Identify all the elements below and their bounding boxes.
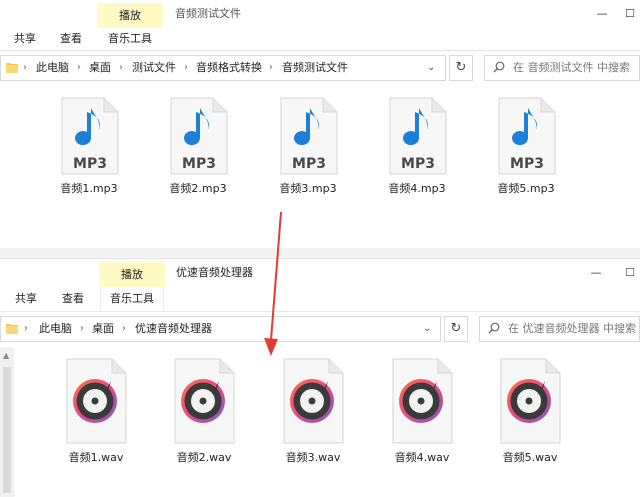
tab-music-tools[interactable]: 音乐工具 bbox=[108, 28, 152, 50]
file-item[interactable]: MP3 音频5.mp3 bbox=[478, 96, 574, 196]
search-input[interactable]: 在 优速音频处理器 中搜索 bbox=[508, 317, 639, 341]
mp3-label: MP3 bbox=[182, 156, 216, 172]
refresh-button[interactable]: ↻ bbox=[444, 316, 468, 342]
search-box[interactable]: 在 音频测试文件 中搜索 bbox=[484, 55, 640, 81]
ribbon-divider bbox=[0, 50, 640, 51]
scroll-up-arrow-icon[interactable]: ▲ bbox=[3, 351, 9, 360]
file-item[interactable]: MP3 音频4.mp3 bbox=[369, 96, 465, 196]
chevron-down-icon[interactable]: ⌄ bbox=[427, 56, 435, 80]
ribbon-tab-play[interactable]: 播放 bbox=[97, 3, 163, 28]
file-name: 音频3.wav bbox=[285, 451, 341, 464]
tab-view[interactable]: 查看 bbox=[60, 28, 82, 50]
mp3-file-icon: MP3 bbox=[170, 97, 228, 175]
file-item[interactable]: 音频4.wav bbox=[374, 357, 470, 465]
folder-icon bbox=[6, 324, 18, 334]
chevron-right-icon: › bbox=[184, 62, 188, 73]
scrollbar[interactable]: ▲ bbox=[0, 347, 14, 497]
explorer-window-wav: 播放 优速音频处理器 — ☐ 共享 查看 音乐工具 › 此电脑 › 桌面 › 优… bbox=[0, 258, 640, 497]
wav-file-icon bbox=[392, 358, 453, 444]
ribbon-tab-play[interactable]: 播放 bbox=[99, 262, 165, 287]
chevron-right-icon: › bbox=[77, 62, 81, 73]
address-bar[interactable]: › 此电脑 › 桌面 › 优速音频处理器 ⌄ bbox=[0, 316, 441, 342]
file-name: 音频5.wav bbox=[502, 451, 558, 464]
address-bar[interactable]: › 此电脑 › 桌面 › 测试文件 › 音频格式转换 › 音频测试文件 ⌄ bbox=[0, 55, 446, 81]
file-name: 音频1.mp3 bbox=[60, 182, 118, 195]
ribbon-tabs: 共享 查看 音乐工具 bbox=[0, 288, 640, 310]
folder-icon bbox=[6, 63, 18, 73]
breadcrumb-this-pc[interactable]: 此电脑 bbox=[36, 56, 69, 80]
tab-view[interactable]: 查看 bbox=[62, 288, 84, 310]
file-name: 音频2.wav bbox=[176, 451, 232, 464]
minimize-button[interactable]: — bbox=[586, 263, 606, 283]
wav-file-icon bbox=[500, 358, 561, 444]
breadcrumb-this-pc[interactable]: 此电脑 bbox=[39, 317, 72, 341]
title-bar: 播放 音频测试文件 — ☐ bbox=[0, 0, 640, 28]
wav-file-icon bbox=[174, 358, 235, 444]
window-gap bbox=[0, 248, 640, 258]
refresh-button[interactable]: ↻ bbox=[449, 55, 473, 81]
scroll-thumb[interactable] bbox=[3, 367, 11, 493]
mp3-file-icon: MP3 bbox=[498, 97, 556, 175]
file-item[interactable]: 音频3.wav bbox=[265, 357, 361, 465]
mp3-file-icon: MP3 bbox=[389, 97, 447, 175]
search-icon bbox=[488, 322, 500, 334]
wav-file-icon bbox=[283, 358, 344, 444]
file-name: 音频4.wav bbox=[394, 451, 450, 464]
file-item[interactable]: 音频1.wav bbox=[48, 357, 144, 465]
file-item[interactable]: 音频2.wav bbox=[156, 357, 252, 465]
search-input[interactable]: 在 音频测试文件 中搜索 bbox=[513, 56, 637, 80]
search-box[interactable]: 在 优速音频处理器 中搜索 bbox=[479, 316, 640, 342]
maximize-button[interactable]: ☐ bbox=[620, 263, 640, 283]
window-title: 优速音频处理器 bbox=[176, 266, 253, 279]
breadcrumb-audio-test-files[interactable]: 音频测试文件 bbox=[282, 56, 348, 80]
breadcrumb-desktop[interactable]: 桌面 bbox=[89, 56, 111, 80]
mp3-file-icon: MP3 bbox=[61, 97, 119, 175]
breadcrumb-desktop[interactable]: 桌面 bbox=[92, 317, 114, 341]
tab-share[interactable]: 共享 bbox=[14, 28, 36, 50]
wav-file-icon bbox=[66, 358, 127, 444]
file-item[interactable]: MP3 音频3.mp3 bbox=[260, 96, 356, 196]
chevron-right-icon: › bbox=[122, 323, 126, 334]
tab-share[interactable]: 共享 bbox=[15, 288, 37, 310]
ribbon-divider bbox=[0, 311, 640, 312]
chevron-right-icon: › bbox=[269, 62, 273, 73]
breadcrumb-audio-conversion[interactable]: 音频格式转换 bbox=[196, 56, 262, 80]
chevron-right-icon: › bbox=[80, 323, 84, 334]
ribbon-tabs: 共享 查看 音乐工具 bbox=[0, 28, 640, 50]
file-name: 音频3.mp3 bbox=[279, 182, 337, 195]
search-icon bbox=[493, 61, 505, 73]
mp3-label: MP3 bbox=[292, 156, 326, 172]
file-name: 音频5.mp3 bbox=[497, 182, 555, 195]
file-item[interactable]: 音频5.wav bbox=[482, 357, 578, 465]
chevron-right-icon: › bbox=[24, 323, 28, 334]
window-title: 音频测试文件 bbox=[175, 7, 241, 20]
mp3-label: MP3 bbox=[401, 156, 435, 172]
file-name: 音频4.mp3 bbox=[388, 182, 446, 195]
mp3-file-icon: MP3 bbox=[280, 97, 338, 175]
mp3-label: MP3 bbox=[73, 156, 107, 172]
file-name: 音频1.wav bbox=[68, 451, 124, 464]
file-item[interactable]: MP3 音频2.mp3 bbox=[150, 96, 246, 196]
chevron-down-icon[interactable]: ⌄ bbox=[423, 317, 431, 341]
maximize-button[interactable]: ☐ bbox=[620, 4, 640, 24]
minimize-button[interactable]: — bbox=[592, 4, 612, 24]
file-name: 音频2.mp3 bbox=[169, 182, 227, 195]
file-item[interactable]: MP3 音频1.mp3 bbox=[41, 96, 137, 196]
mp3-label: MP3 bbox=[510, 156, 544, 172]
tab-music-tools[interactable]: 音乐工具 bbox=[100, 288, 164, 310]
title-bar: 播放 优速音频处理器 — ☐ bbox=[0, 259, 640, 287]
chevron-right-icon: › bbox=[119, 62, 123, 73]
explorer-window-mp3: 播放 音频测试文件 — ☐ 共享 查看 音乐工具 › 此电脑 › 桌面 › 测试… bbox=[0, 0, 640, 248]
breadcrumb-test-files[interactable]: 测试文件 bbox=[132, 56, 176, 80]
breadcrumb-youshu-audio[interactable]: 优速音频处理器 bbox=[135, 317, 212, 341]
chevron-right-icon: › bbox=[23, 62, 27, 73]
